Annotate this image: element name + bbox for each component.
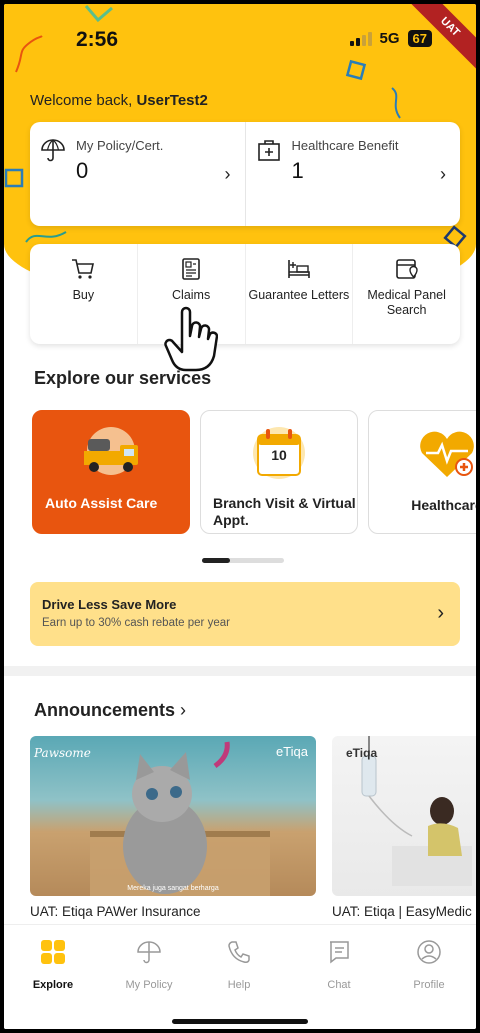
decor-squiggle <box>391 87 401 119</box>
nav-explore[interactable]: Explore <box>6 939 100 993</box>
home-indicator[interactable] <box>172 1019 308 1024</box>
calendar-day: 10 <box>271 447 287 463</box>
healthcare-label: Healthcare <box>411 497 476 513</box>
promo-banner[interactable]: Drive Less Save More Earn up to 30% cash… <box>30 582 460 646</box>
nav-explore-label: Explore <box>32 979 74 991</box>
carousel-indicator <box>202 558 284 563</box>
my-policy-label: My Policy/Cert. <box>76 138 164 153</box>
buy-label: Buy <box>72 288 95 302</box>
decor-squiggle <box>15 35 43 73</box>
medical-kit-icon <box>257 140 280 161</box>
claims-form-icon <box>182 258 200 280</box>
my-policy-tile[interactable]: My Policy/Cert. 0 › <box>30 122 245 226</box>
nav-my-policy[interactable]: My Policy <box>102 939 196 993</box>
tow-truck-icon <box>84 427 138 475</box>
welcome-text: Welcome back, UserTest2 <box>30 92 208 109</box>
buy-button[interactable]: Buy <box>30 244 137 344</box>
kitten-photo: Pawsome eTiqa Mereka juga sangat berharg… <box>30 736 316 896</box>
branch-visit-card[interactable]: 10 Branch Visit & Virtual Appt. <box>200 410 358 534</box>
medical-panel-search-button[interactable]: Medical Panel Search <box>352 244 460 344</box>
battery-icon: 67 <box>407 30 432 47</box>
claims-label: Claims <box>172 288 211 302</box>
decor-square <box>345 59 367 81</box>
hospital-bed-icon <box>288 260 310 278</box>
policy-summary-card: My Policy/Cert. 0 › Healthcare Benefit 1… <box>30 122 460 226</box>
nav-chat[interactable]: Chat <box>292 939 386 993</box>
announcements-carousel[interactable]: Pawsome eTiqa Mereka juga sangat berharg… <box>30 736 476 919</box>
signal-icon <box>349 31 372 46</box>
cart-icon <box>72 259 95 279</box>
kitten-illustration <box>90 741 270 896</box>
video-subtitle: Mereka juga sangat berharga <box>127 885 219 892</box>
guarantee-letters-label: Guarantee Letters <box>248 288 350 302</box>
promo-title: Drive Less Save More <box>42 597 177 612</box>
umbrella-icon <box>137 941 161 964</box>
nav-help[interactable]: Help <box>192 939 286 993</box>
auto-assist-card[interactable]: Auto Assist Care <box>32 410 190 534</box>
services-title: Explore our services <box>34 368 212 388</box>
chat-icon <box>330 941 349 964</box>
my-policy-count: 0 <box>76 158 89 183</box>
etiqa-logo: eTiqa <box>346 746 378 760</box>
chevron-right-icon: › <box>440 164 446 184</box>
chevron-right-icon: › <box>437 602 444 624</box>
medical-panel-search-label: Medical Panel Search <box>367 288 446 317</box>
nav-my-policy-label: My Policy <box>125 979 173 991</box>
nav-chat-label: Chat <box>327 979 351 991</box>
chevron-right-icon: › <box>224 164 231 184</box>
nav-profile-label: Profile <box>413 979 445 991</box>
etiqa-logo: eTiqa <box>275 744 308 759</box>
announcements-header[interactable]: Announcements › <box>34 700 186 721</box>
decor-squiggle <box>84 5 113 23</box>
nav-help-label: Help <box>227 979 251 991</box>
welcome-prefix: Welcome back, <box>30 92 137 109</box>
quick-actions: Buy Claims Guarantee Letters Medical Pan… <box>30 244 460 344</box>
status-time: 2:56 <box>76 28 119 51</box>
decor-squiggle <box>25 231 67 243</box>
announcement-caption: UAT: Etiqa PAWer Insurance <box>30 904 201 919</box>
status-indicators: 5G 67 <box>349 30 432 47</box>
healthcare-benefit-label: Healthcare Benefit <box>291 138 399 153</box>
phone-icon <box>228 941 250 963</box>
nav-profile[interactable]: Profile <box>382 939 476 993</box>
clinic-location-icon <box>395 259 418 279</box>
chevron-right-icon: › <box>180 700 187 720</box>
services-carousel[interactable]: Auto Assist Care 10 Branch Visit & Virtu… <box>32 410 476 534</box>
hospital-photo: eTiqa <box>332 736 476 896</box>
hospital-illustration <box>361 736 472 886</box>
app-screen: 2:56 5G 67 UAT Welcome back, UserTest2 M… <box>4 4 476 1029</box>
decor-square <box>4 168 24 188</box>
healthcare-benefit-tile[interactable]: Healthcare Benefit 1 › <box>244 122 461 226</box>
announcement-card[interactable]: eTiqa UAT: Etiqa | EasyMedic <box>332 736 476 919</box>
promo-subtitle: Earn up to 30% cash rebate per year <box>42 617 230 629</box>
welcome-user: UserTest2 <box>136 92 208 109</box>
profile-icon <box>417 940 441 964</box>
announcements-title: Announcements <box>34 700 176 720</box>
announcement-card[interactable]: Pawsome eTiqa Mereka juga sangat berharg… <box>30 736 316 919</box>
pawsome-logo: Pawsome <box>34 746 91 760</box>
grid-icon <box>41 940 65 964</box>
branch-visit-label: Branch Visit & Virtual Appt. <box>213 495 356 528</box>
auto-assist-label: Auto Assist Care <box>45 495 158 511</box>
bottom-navigation: Explore My Policy Help Chat Profile <box>4 924 476 1029</box>
umbrella-icon <box>41 139 65 162</box>
section-divider <box>4 666 476 676</box>
guarantee-letters-button[interactable]: Guarantee Letters <box>244 244 353 344</box>
healthcare-card[interactable]: Healthcare <box>368 410 476 534</box>
heart-icon <box>420 431 474 477</box>
announcement-caption: UAT: Etiqa | EasyMedic <box>332 904 472 919</box>
hand-pointer-icon <box>164 306 218 372</box>
healthcare-benefit-count: 1 <box>291 158 304 183</box>
network-type: 5G <box>379 30 400 47</box>
